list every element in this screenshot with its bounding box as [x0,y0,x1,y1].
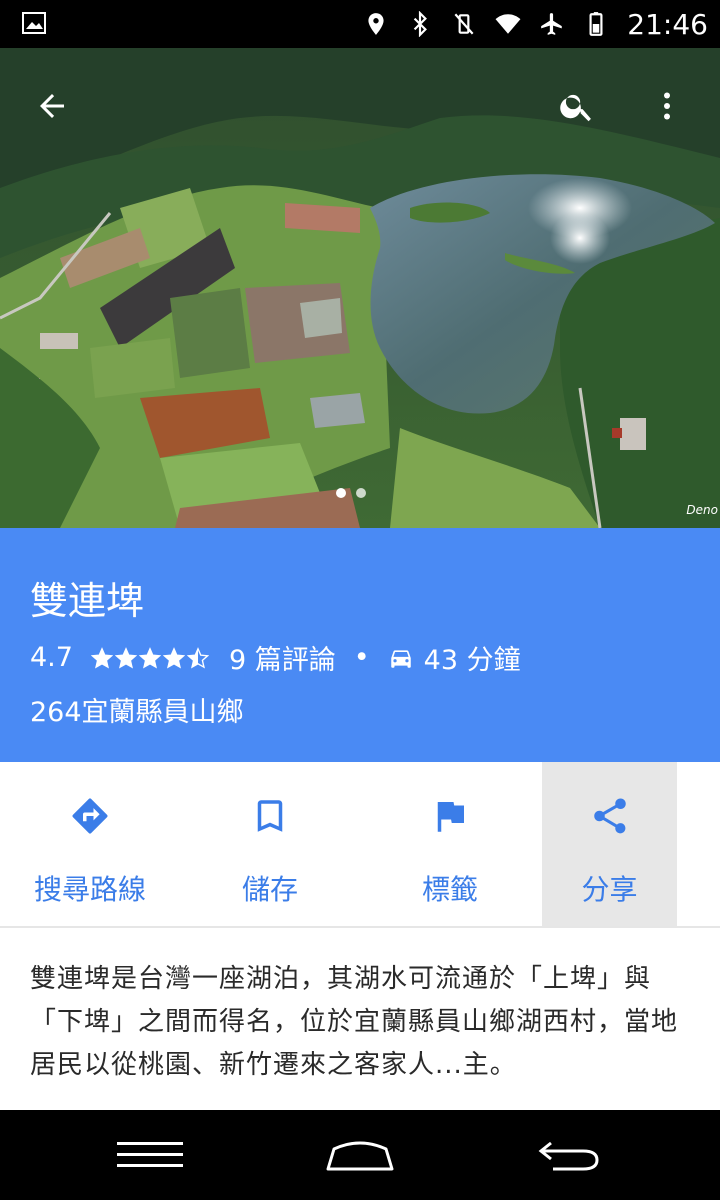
status-bar: 21:46 [0,0,720,48]
recent-apps-button[interactable] [110,1130,190,1180]
share-button[interactable]: 分享 [542,762,677,926]
action-bar: 搜尋路線 儲存 標籤 分享 [0,762,720,926]
star-full-icon [138,646,161,669]
star-rating [90,646,209,669]
flag-icon [437,802,464,832]
page-dot [356,488,366,498]
description-text: 雙連埤是台灣一座湖泊，其湖水可流通於「上埤」與「下埤」之間而得名，位於宜蘭縣員山… [30,964,679,1080]
menu-icon [117,1142,183,1167]
photo-credit: Deno [686,503,718,517]
bookmark-icon [257,800,283,832]
star-full-icon [114,646,137,669]
separator-dot: • [353,642,370,673]
review-count[interactable]: 9 篇評論 [229,638,336,677]
rating-row[interactable]: 4.7 9 篇評論 • 43 分鐘 [30,638,521,677]
photo-page-indicator [336,488,366,498]
back-icon [538,1141,599,1171]
wifi-icon [495,14,521,34]
place-description[interactable]: 雙連埤是台灣一座湖泊，其湖水可流通於「上埤」與「下埤」之間而得名，位於宜蘭縣員山… [0,928,720,1110]
airplane-icon [541,13,563,35]
save-button[interactable]: 儲存 [180,762,360,926]
label-button[interactable]: 標籤 [360,762,540,926]
star-half-icon [186,646,209,669]
page-dot-active [336,488,346,498]
place-photo[interactable]: Deno [0,48,720,528]
label-label: 標籤 [421,873,478,906]
search-button[interactable] [553,82,601,130]
directions-icon [72,798,108,834]
back-arrow-icon [40,94,64,118]
share-label: 分享 [581,873,638,906]
action-bar-padding [677,762,700,926]
home-icon [326,1141,394,1171]
nav-back-button[interactable] [530,1130,610,1180]
more-vert-icon [664,92,670,120]
drive-time: 43 分鐘 [423,645,521,676]
save-label: 儲存 [241,873,298,906]
star-full-icon [90,646,113,669]
location-icon [368,13,384,35]
rating-value: 4.7 [30,642,73,673]
place-address: 264宜蘭縣員山鄉 [30,697,244,728]
place-title: 雙連埤 [30,579,145,623]
vibrate-off-icon [454,13,474,35]
home-button[interactable] [320,1130,400,1180]
back-button[interactable] [28,82,76,130]
directions-button[interactable]: 搜尋路線 [0,762,180,926]
place-header: 雙連埤 4.7 9 篇評論 • 43 分鐘 264宜蘭縣員山鄉 [0,528,720,762]
lake-photo [0,48,720,528]
car-icon [390,649,411,668]
more-options-button[interactable] [643,82,691,130]
clock: 21:46 [627,7,708,41]
share-icon [593,798,626,834]
directions-label: 搜尋路線 [33,873,146,906]
battery-icon [589,12,603,36]
gallery-icon [22,12,46,34]
star-full-icon [162,646,185,669]
system-nav-bar [0,1110,720,1200]
bluetooth-icon [414,11,428,37]
search-icon [560,94,591,122]
